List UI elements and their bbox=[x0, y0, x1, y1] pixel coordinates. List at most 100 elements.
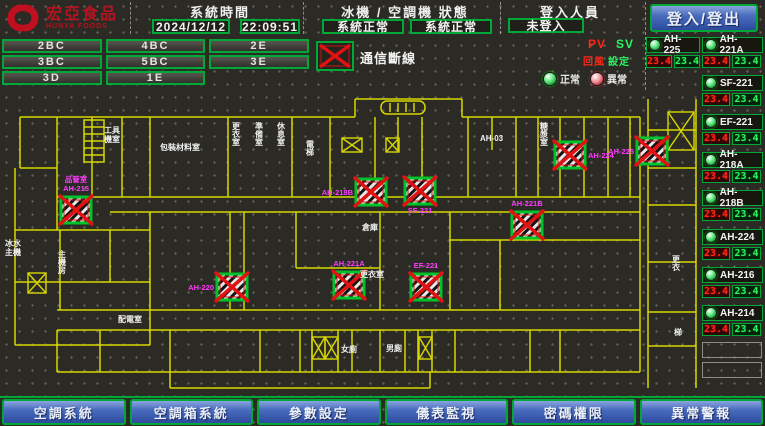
unit-pv-value: 23.4 bbox=[702, 170, 730, 183]
unit-pv-value: 23.4 bbox=[702, 132, 730, 145]
floor-nav: 2BC 4BC2E 3BC 5BC3E 3D 1E bbox=[2, 39, 309, 85]
floor-button-4bc[interactable]: 4BC bbox=[106, 39, 206, 53]
menu-button-1[interactable]: 空調箱系統 bbox=[130, 399, 254, 425]
unit-name: SF-221 bbox=[720, 78, 753, 89]
menu-button-0[interactable]: 空調系統 bbox=[2, 399, 126, 425]
abnormal-lamp-icon bbox=[590, 72, 604, 86]
brand-name: 宏亞食品 bbox=[46, 7, 118, 23]
floor-button-3bc[interactable]: 3BC bbox=[2, 55, 102, 69]
room-label: 工具 bbox=[104, 126, 120, 135]
brand-logo: 宏亞食品 HUNYA FOODS bbox=[6, 3, 118, 33]
legend-normal: 正常 bbox=[543, 71, 580, 86]
ahu-marker-ah-221b[interactable]: AH-221B bbox=[511, 199, 543, 239]
unit-sv-value: 23.4 bbox=[732, 170, 761, 183]
unit-list: AH-221A23.423.4SF-22123.423.4EF-22123.42… bbox=[702, 0, 763, 426]
brand-logo-icon bbox=[6, 3, 40, 33]
menu-button-3[interactable]: 儀表監視 bbox=[385, 399, 509, 425]
comm-loss-icon bbox=[316, 41, 354, 71]
unit-lamp-icon bbox=[705, 154, 717, 166]
stair-box-icon bbox=[419, 337, 432, 359]
unit-name-box: SF-221 bbox=[702, 75, 763, 91]
room-label: 準備室 bbox=[255, 121, 264, 147]
ahu-marker-品管室[interactable]: 品管室AH-215 bbox=[60, 174, 92, 224]
ahu-status-value: 系統正常 bbox=[410, 19, 492, 34]
unit-name-box: AH-224 bbox=[702, 229, 763, 245]
stair-box-icon bbox=[668, 112, 694, 150]
unit-pv-value: 23.4 bbox=[646, 55, 672, 68]
unit-name-box: AH-221A bbox=[702, 37, 763, 53]
room-label: 梯 bbox=[674, 327, 682, 337]
unit-featured[interactable]: AH-225 23.4 23.4 bbox=[646, 37, 700, 68]
unit-row-ah-224[interactable]: AH-224 23.423.4 bbox=[702, 229, 763, 260]
unit-pv-value: 23.4 bbox=[702, 247, 730, 260]
legend-abnormal: 異常 bbox=[590, 71, 627, 86]
ahu-marker-ah-220[interactable]: AH-220 bbox=[188, 273, 248, 301]
unit-name-box: AH-218B bbox=[702, 190, 763, 206]
ahu-marker-sf-221[interactable]: SF-221 bbox=[404, 177, 436, 215]
unit-sv-value: 23.4 bbox=[732, 55, 761, 68]
sv-header: SV bbox=[616, 37, 634, 51]
unit-values: 23.423.4 bbox=[702, 247, 763, 260]
ahu-marker-label: AH-218B bbox=[322, 188, 354, 197]
floor-button-1e[interactable]: 1E bbox=[106, 71, 206, 85]
floor-button-3d[interactable]: 3D bbox=[2, 71, 102, 85]
unit-lamp-icon bbox=[649, 39, 661, 51]
unit-row-sf-221[interactable]: SF-221 23.423.4 bbox=[702, 75, 763, 106]
sv-subheader: 設定 bbox=[608, 53, 630, 68]
floor-button-5bc[interactable]: 5BC bbox=[106, 55, 206, 69]
room-label: 休息室 bbox=[276, 121, 286, 147]
room-label: 更衣室 bbox=[231, 121, 241, 147]
floor-button-3e[interactable]: 3E bbox=[209, 55, 309, 69]
unit-sv-value: 23.4 bbox=[732, 132, 761, 145]
divider bbox=[130, 2, 131, 34]
ahu-marker-label: AH-220 bbox=[188, 283, 214, 292]
ahu-marker-ah-224[interactable]: AH-224 bbox=[554, 141, 615, 169]
ahu-marker-ah-221a[interactable]: AH-221A bbox=[333, 259, 365, 299]
unit-name-box: AH-216 bbox=[702, 267, 763, 283]
unit-name: AH-225 bbox=[664, 34, 697, 56]
unit-pv-value: 23.4 bbox=[702, 285, 730, 298]
unit-name: AH-214 bbox=[720, 308, 754, 319]
menu-button-2[interactable]: 參數設定 bbox=[257, 399, 381, 425]
room-label: 主機 bbox=[5, 247, 21, 257]
unit-row-ah-218b[interactable]: AH-218B23.423.4 bbox=[702, 190, 763, 221]
ahu-marker-ef-221[interactable]: EF-221 bbox=[410, 261, 442, 301]
pv-subheader: 回風 bbox=[583, 53, 605, 68]
room-label: 電梯 bbox=[306, 139, 315, 157]
room-label: AH-03 bbox=[480, 134, 504, 143]
unit-row-ah-214[interactable]: AH-214 23.423.4 bbox=[702, 305, 763, 336]
unit-pv-value: 23.4 bbox=[702, 93, 730, 106]
unit-values: 23.423.4 bbox=[702, 93, 763, 106]
bottom-nav: 空調系統空調箱系統參數設定儀表監視密碼權限異常警報 bbox=[2, 399, 763, 425]
divider bbox=[303, 2, 304, 34]
unit-values: 23.423.4 bbox=[702, 323, 763, 336]
unit-name-box: EF-221 bbox=[702, 114, 763, 130]
unit-row-ef-221[interactable]: EF-221 23.423.4 bbox=[702, 114, 763, 145]
unit-name: AH-221A bbox=[720, 34, 760, 56]
unit-lamp-icon bbox=[705, 231, 717, 243]
room-label: 配電室 bbox=[118, 314, 142, 324]
room-label: 倉庫 bbox=[361, 222, 378, 232]
unit-row-ah-218a[interactable]: AH-218A23.423.4 bbox=[702, 152, 763, 183]
login-user-value: 未登入 bbox=[508, 18, 584, 33]
unit-name: AH-218B bbox=[720, 187, 760, 209]
stair-box-icon bbox=[342, 138, 362, 152]
ahu-marker-ah-225[interactable]: AH-225 bbox=[608, 137, 668, 165]
ahu-marker-label: AH-221A bbox=[333, 259, 365, 268]
menu-button-4[interactable]: 密碼權限 bbox=[512, 399, 636, 425]
ahu-marker-ah-218b[interactable]: AH-218B bbox=[322, 178, 387, 206]
room-label: 機室 bbox=[104, 134, 120, 144]
unit-lamp-icon bbox=[705, 269, 717, 281]
unit-name-box: AH-214 bbox=[702, 305, 763, 321]
floor-button-2bc[interactable]: 2BC bbox=[2, 39, 102, 53]
floor-button-2e[interactable]: 2E bbox=[209, 39, 309, 53]
unit-values: 23.423.4 bbox=[702, 285, 763, 298]
chiller-status-value: 系統正常 bbox=[322, 19, 404, 34]
stair-box-icon bbox=[312, 337, 325, 359]
abnormal-label: 異常 bbox=[607, 71, 627, 86]
unit-sv-value: 23.4 bbox=[674, 55, 700, 68]
unit-row-ah-216[interactable]: AH-216 23.423.4 bbox=[702, 267, 763, 298]
unit-row-ah-221a[interactable]: AH-221A23.423.4 bbox=[702, 37, 763, 68]
unit-values: 23.423.4 bbox=[702, 208, 763, 221]
menu-button-5[interactable]: 異常警報 bbox=[640, 399, 764, 425]
